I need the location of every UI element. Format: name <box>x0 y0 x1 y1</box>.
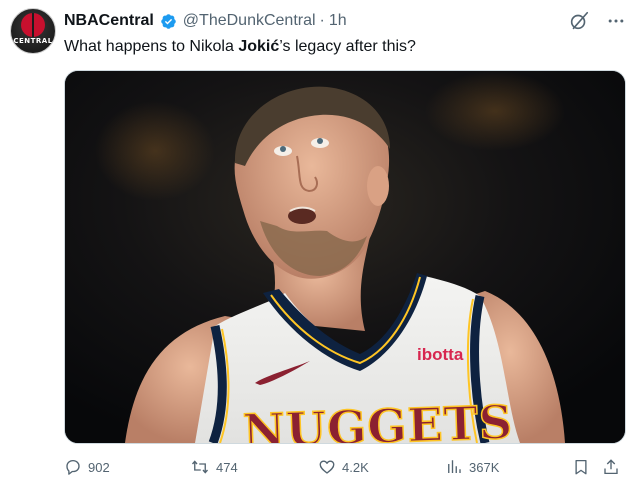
action-bar: 902 474 4.2K 367K <box>64 456 628 478</box>
sponsor-text: ibotta <box>417 345 464 364</box>
like-icon <box>319 460 335 474</box>
verified-badge-icon <box>161 13 176 29</box>
like-button[interactable]: 4.2K <box>318 456 369 478</box>
tweet-text-part: What happens to Nikola <box>64 38 239 55</box>
more-icon[interactable] <box>606 11 626 31</box>
avatar[interactable]: CENTRAL <box>10 8 56 54</box>
display-name[interactable]: NBACentral <box>64 12 154 30</box>
tweet[interactable]: CENTRAL NBACentral @TheDunkCentral · 1h … <box>0 0 640 484</box>
avatar-logo-text: CENTRAL <box>13 37 53 45</box>
grok-icon[interactable] <box>568 10 590 32</box>
tweet-text-part: ’s legacy after this? <box>279 38 416 55</box>
views-button[interactable]: 367K <box>445 456 499 478</box>
basketball-logo <box>21 13 45 37</box>
bookmark-button[interactable] <box>572 456 590 478</box>
views-icon <box>448 460 461 473</box>
views-count: 367K <box>469 459 500 475</box>
separator-dot: · <box>319 12 325 29</box>
repost-icon <box>191 460 209 474</box>
top-actions <box>568 10 626 32</box>
timestamp[interactable]: 1h <box>329 12 347 30</box>
tweet-text: What happens to Nikola Jokić’s legacy af… <box>64 36 416 58</box>
tweet-text-bold: Jokić <box>238 38 280 55</box>
share-icon <box>604 459 618 475</box>
share-button[interactable] <box>602 456 620 478</box>
reply-icon <box>66 459 80 475</box>
player-photo: ibotta NUGGETS <box>65 71 625 443</box>
handle[interactable]: @TheDunkCentral <box>183 12 316 30</box>
jersey-text: NUGGETS <box>242 395 514 443</box>
tweet-image[interactable]: ibotta NUGGETS <box>64 70 626 444</box>
repost-count: 474 <box>216 459 238 475</box>
like-count: 4.2K <box>342 459 369 475</box>
bookmark-icon <box>575 459 587 475</box>
reply-count: 902 <box>88 459 110 475</box>
repost-button[interactable]: 474 <box>190 456 238 478</box>
reply-button[interactable]: 902 <box>64 456 110 478</box>
tweet-header: NBACentral @TheDunkCentral · 1h <box>64 10 347 32</box>
